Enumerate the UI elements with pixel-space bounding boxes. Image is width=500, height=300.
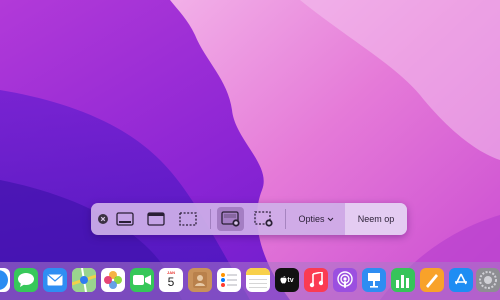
dock-podcasts[interactable] — [333, 268, 357, 292]
dock-apple-tv[interactable]: tv — [275, 268, 299, 292]
contacts-icon — [193, 272, 207, 288]
capture-entire-screen-button[interactable] — [113, 207, 137, 231]
dock-numbers[interactable] — [391, 268, 415, 292]
capture-window-button[interactable] — [144, 207, 168, 231]
close-icon — [98, 214, 108, 224]
music-note-icon — [309, 272, 323, 288]
options-button[interactable]: Opties — [291, 207, 341, 231]
selection-icon — [179, 212, 197, 226]
chevron-down-icon — [327, 217, 333, 221]
screenshot-toolbar: Opties Neem op — [91, 203, 407, 235]
facetime-icon — [133, 275, 151, 285]
desktop-wallpaper — [0, 0, 500, 300]
messages-icon — [18, 273, 34, 287]
capture-label: Neem op — [357, 214, 395, 224]
capture-selection-button[interactable] — [176, 207, 200, 231]
dock-maps[interactable] — [72, 268, 96, 292]
dock-keynote[interactable] — [362, 268, 386, 292]
tv-label: tv — [287, 276, 294, 284]
dock-safari[interactable] — [0, 268, 10, 292]
entire-screen-icon — [116, 212, 134, 226]
notes-icon — [246, 268, 270, 288]
pages-icon — [426, 274, 438, 288]
dock-app-store[interactable] — [449, 268, 473, 292]
numbers-icon — [396, 275, 409, 288]
dock-calendar[interactable]: JAN 5 — [159, 268, 183, 292]
calendar-day: 5 — [167, 275, 175, 289]
record-selection-icon — [254, 211, 273, 227]
record-selection-button[interactable] — [251, 207, 277, 231]
dock-music[interactable] — [304, 268, 328, 292]
options-label: Opties — [298, 214, 325, 224]
mail-icon — [47, 274, 63, 286]
reminders-icon — [221, 273, 237, 287]
dock-contacts[interactable] — [188, 268, 212, 292]
record-screen-icon — [220, 211, 240, 227]
app-store-icon — [455, 273, 467, 285]
dock-reminders[interactable] — [217, 268, 241, 292]
dock-pages[interactable] — [420, 268, 444, 292]
keynote-icon — [368, 273, 380, 288]
window-icon — [147, 212, 165, 226]
apple-logo-icon — [280, 276, 287, 284]
toolbar-divider — [210, 209, 211, 229]
maps-icon — [72, 268, 96, 292]
podcasts-icon — [337, 271, 353, 288]
gear-icon — [479, 271, 497, 289]
dock-mail[interactable] — [43, 268, 67, 292]
dock-messages[interactable] — [14, 268, 38, 292]
dock-notes[interactable] — [246, 268, 270, 292]
dock-facetime[interactable] — [130, 268, 154, 292]
toolbar-divider — [285, 209, 286, 229]
capture-button[interactable]: Neem op — [345, 203, 407, 235]
close-button[interactable] — [95, 207, 111, 231]
photos-icon — [104, 271, 122, 289]
safari-icon — [0, 270, 8, 290]
dock-photos[interactable] — [101, 268, 125, 292]
dock-system-preferences[interactable] — [476, 268, 500, 292]
record-entire-screen-button[interactable] — [217, 207, 244, 231]
